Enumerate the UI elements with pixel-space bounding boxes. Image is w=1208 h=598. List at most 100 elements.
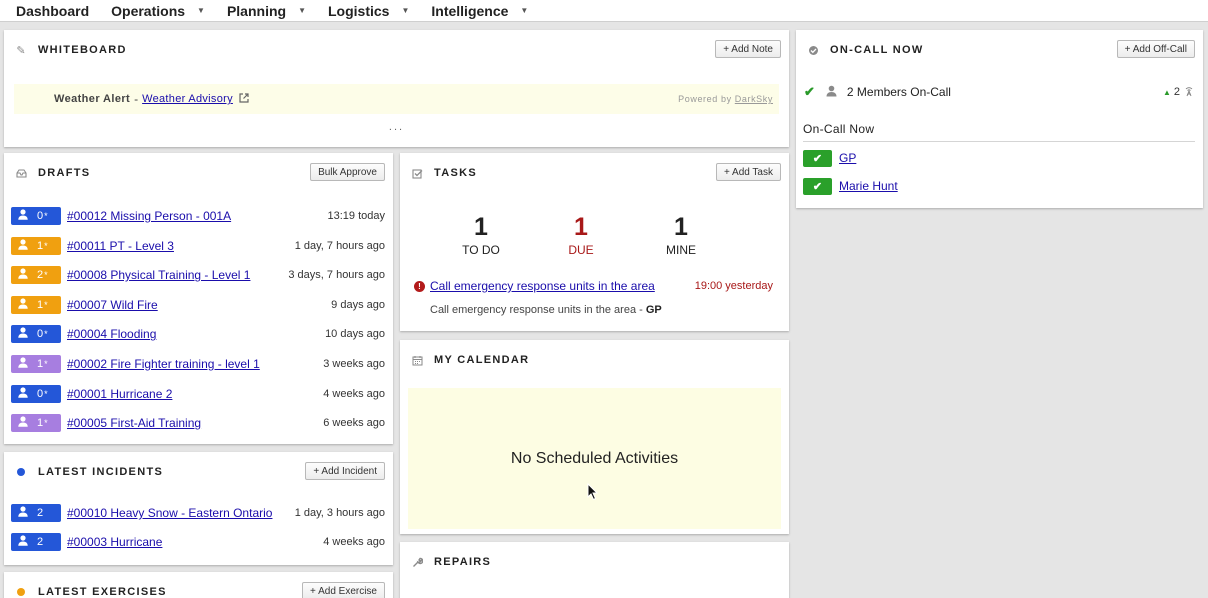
user-icon xyxy=(18,268,28,282)
add-incident-button[interactable]: + Add Incident xyxy=(305,462,385,480)
user-icon xyxy=(18,209,28,223)
task-owner: GP xyxy=(645,304,662,316)
mouse-cursor-icon xyxy=(587,483,599,501)
tasks-panel: TASKS + Add Task 1 TO DO 1 DUE 1 MINE ! … xyxy=(400,153,789,331)
oncall-summary: ✔ 2 Members On-Call ▲ 2 xyxy=(804,82,1195,102)
more-indicator[interactable]: ... xyxy=(4,121,789,133)
oncall-member-row: ✔ GP xyxy=(803,149,856,167)
item-link[interactable]: #00007 Wild Fire xyxy=(67,298,158,312)
exercises-dot xyxy=(17,588,25,596)
incidents-dot xyxy=(17,468,25,476)
panel-title: DRAFTS xyxy=(38,167,91,179)
item-link[interactable]: #00001 Hurricane 2 xyxy=(67,387,172,401)
wrench-icon xyxy=(410,555,424,569)
top-nav: Dashboard Operations ▼ Planning ▼ Logistic… xyxy=(0,0,1208,22)
status-dot-icon xyxy=(14,465,28,479)
task-description: Call emergency response units in the are… xyxy=(430,304,662,316)
star-marker: * xyxy=(44,211,48,221)
powered-by-prefix: Powered by xyxy=(678,94,732,104)
nav-label: Logistics xyxy=(328,2,390,19)
item-link[interactable]: #00005 First-Aid Training xyxy=(67,416,201,430)
item-link[interactable]: #00004 Flooding xyxy=(67,327,156,341)
count-badge[interactable]: 1 * xyxy=(11,414,61,433)
pencil-icon: ✎ xyxy=(16,44,26,57)
badge-count: 0 xyxy=(37,210,44,222)
nav-label: Dashboard xyxy=(16,2,90,19)
item-link[interactable]: #00012 Missing Person - 001A xyxy=(67,209,231,223)
panel-header: REPAIRS xyxy=(400,542,789,582)
user-icon xyxy=(18,298,28,312)
powered-by: Powered by DarkSky xyxy=(678,94,773,104)
count-badge[interactable]: 2 xyxy=(11,533,61,551)
star-marker: * xyxy=(44,359,48,369)
bulk-approve-button[interactable]: Bulk Approve xyxy=(310,163,385,181)
task-desc-text: Call emergency response units in the are… xyxy=(430,304,643,316)
mine-stat[interactable]: 1 MINE xyxy=(631,213,731,257)
due-stat[interactable]: 1 DUE xyxy=(531,213,631,257)
weather-alert-label: Weather Alert xyxy=(54,93,131,105)
item-link[interactable]: #00011 PT - Level 3 xyxy=(67,239,174,253)
calendar-empty-text: No Scheduled Activities xyxy=(510,449,679,467)
badge-count: 0 xyxy=(37,328,44,341)
broadcast-icon xyxy=(1183,85,1195,99)
add-exercise-button[interactable]: + Add Exercise xyxy=(302,582,385,598)
count-badge[interactable]: 1 * xyxy=(11,236,61,255)
count-badge[interactable]: 2 * xyxy=(11,266,61,285)
count-badge[interactable]: 0 * xyxy=(11,325,61,344)
oncall-subheading: On-Call Now xyxy=(803,122,1195,142)
panel-header: MY CALENDAR xyxy=(400,340,789,380)
list-row: 0 * #00001 Hurricane 2 4 weeks ago xyxy=(11,384,385,404)
stat-label: DUE xyxy=(568,243,594,257)
check-icon[interactable]: ✔ xyxy=(803,149,832,167)
list-row: 2 #00010 Heavy Snow - Eastern Ontario 1 da… xyxy=(11,503,385,523)
item-link[interactable]: #00003 Hurricane xyxy=(67,535,162,549)
nav-operations[interactable]: Operations ▼ xyxy=(111,3,205,19)
member-link[interactable]: GP xyxy=(839,151,856,165)
check-icon[interactable]: ✔ xyxy=(803,177,832,195)
count-badge[interactable]: 0 * xyxy=(11,207,61,225)
nav-planning[interactable]: Planning ▼ xyxy=(227,3,306,19)
star-marker: * xyxy=(44,388,48,399)
item-link[interactable]: #00008 Physical Training - Level 1 xyxy=(67,268,250,282)
count-badge[interactable]: 1 * xyxy=(11,355,61,373)
item-link[interactable]: #00002 Fire Fighter training - level 1 xyxy=(67,357,260,371)
user-icon xyxy=(18,535,28,549)
caret-down-icon: ▼ xyxy=(401,6,410,15)
exercises-panel: LATEST EXERCISES + Add Exercise xyxy=(4,572,393,598)
star-marker: * xyxy=(44,240,48,251)
calendar-panel: MY CALENDAR No Scheduled Activities xyxy=(400,340,789,534)
list-row: 1 * #00002 Fire Fighter training - level 1… xyxy=(11,354,385,374)
nav-dashboard[interactable]: Dashboard xyxy=(16,3,89,19)
incidents-panel: LATEST INCIDENTS + Add Incident 2 #00010 … xyxy=(4,452,393,565)
panel-title: ON-CALL NOW xyxy=(830,44,924,56)
member-link[interactable]: Marie Hunt xyxy=(839,179,898,193)
check-icon: ✔ xyxy=(804,84,815,99)
list-row: 0 * #00012 Missing Person - 001A 13:19 toda… xyxy=(11,206,385,226)
task-link[interactable]: Call emergency response units in the are… xyxy=(430,279,655,293)
item-time: 1 day, 3 hours ago xyxy=(294,507,385,519)
calendar-icon xyxy=(410,353,424,367)
add-note-button[interactable]: + Add Note xyxy=(715,40,781,58)
nav-intelligence[interactable]: Intelligence ▼ xyxy=(431,3,528,19)
badge-count: 1 xyxy=(37,417,44,430)
weather-advisory-link[interactable]: Weather Advisory xyxy=(142,93,233,105)
caret-down-icon: ▼ xyxy=(520,6,529,15)
nav-logistics[interactable]: Logistics ▼ xyxy=(328,3,409,19)
count-badge[interactable]: 0 * xyxy=(11,384,61,403)
nav-label: Planning xyxy=(226,2,287,19)
separator: - xyxy=(134,92,139,106)
stat-number: 1 xyxy=(674,213,688,241)
external-link-icon[interactable] xyxy=(239,92,249,106)
item-time: 13:19 today xyxy=(327,210,386,222)
badge-count: 1 xyxy=(37,239,44,252)
darksky-link[interactable]: DarkSky xyxy=(735,94,773,104)
todo-stat[interactable]: 1 TO DO xyxy=(431,213,531,257)
item-time: 4 weeks ago xyxy=(323,536,385,548)
count-badge[interactable]: 1 * xyxy=(11,295,61,314)
add-task-button[interactable]: + Add Task xyxy=(715,163,781,181)
item-link[interactable]: #00010 Heavy Snow - Eastern Ontario xyxy=(67,506,272,520)
stat-label: MINE xyxy=(666,243,696,257)
count-badge[interactable]: 2 xyxy=(11,504,61,522)
badge-count: 0 xyxy=(37,387,44,400)
add-off-call-button[interactable]: + Add Off-Call xyxy=(1116,40,1195,58)
